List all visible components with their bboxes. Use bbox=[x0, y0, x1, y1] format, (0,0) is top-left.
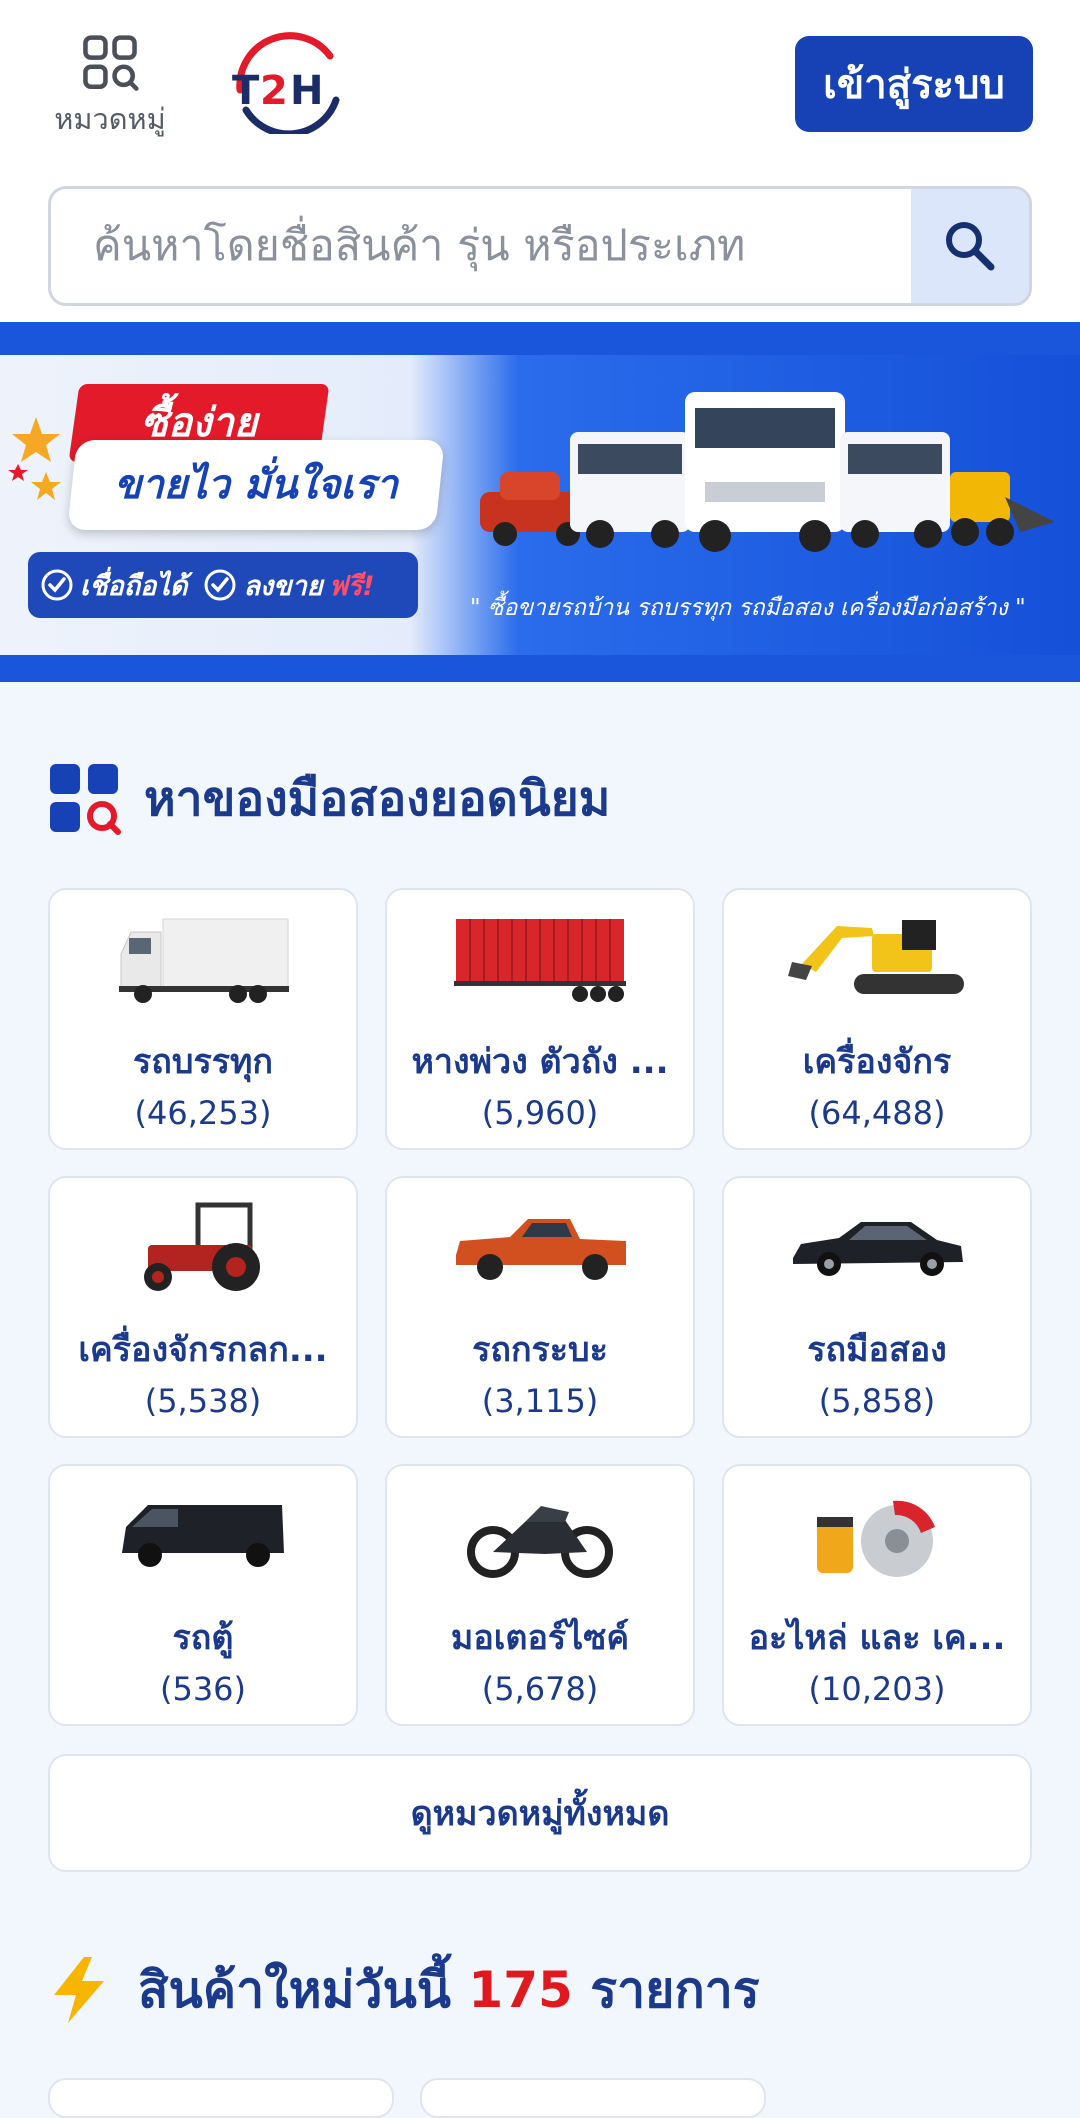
truck-icon bbox=[119, 918, 289, 1003]
promo-banner[interactable]: ซื้อง่าย ขายไว มั่นใจเรา เชื่อถือได้ ลงข… bbox=[0, 322, 1080, 682]
product-card-partial[interactable] bbox=[48, 2078, 394, 2118]
login-button[interactable]: เข้าสู่ระบบ bbox=[795, 36, 1033, 132]
svg-text:H: H bbox=[290, 68, 323, 114]
category-count: (46,253) bbox=[134, 1094, 272, 1132]
category-menu-label: หมวดหมู่ bbox=[54, 102, 166, 136]
search-input[interactable] bbox=[51, 189, 911, 303]
svg-text:T: T bbox=[232, 68, 260, 114]
category-count: (5,858) bbox=[818, 1382, 936, 1420]
category-grid: รถบรรทุก (46,253) หางพ่วง ตัวถัง ... (5,… bbox=[48, 888, 1032, 1726]
search-button[interactable] bbox=[911, 189, 1029, 303]
category-card-van[interactable]: รถตู้ (536) bbox=[48, 1464, 358, 1726]
category-count: (5,538) bbox=[144, 1382, 262, 1420]
category-count: (5,960) bbox=[481, 1094, 599, 1132]
view-all-categories-button[interactable]: ดูหมวดหมู่ทั้งหมด bbox=[48, 1754, 1032, 1872]
svg-text:2: 2 bbox=[260, 68, 288, 114]
tractor-icon bbox=[144, 1202, 260, 1291]
banner-headline-sell: ขายไว มั่นใจเรา bbox=[67, 440, 445, 530]
category-card-pickup[interactable]: รถกระบะ (3,115) bbox=[385, 1176, 695, 1438]
new-items-title: สินค้าใหม่วันนี้ 175 รายการ bbox=[138, 1960, 760, 2019]
sedan-icon bbox=[793, 1222, 963, 1276]
category-menu-button[interactable]: หมวดหมู่ bbox=[52, 34, 168, 142]
category-card-agri-machinery[interactable]: เครื่องจักรกลก... (5,538) bbox=[48, 1176, 358, 1438]
category-count: (5,678) bbox=[481, 1670, 599, 1708]
pickup-icon bbox=[456, 1219, 626, 1280]
category-card-parts[interactable]: อะไหล่ และ เค... (10,203) bbox=[722, 1464, 1032, 1726]
category-count: (64,488) bbox=[808, 1094, 946, 1132]
category-name: เครื่องจักรกลก... bbox=[78, 1330, 328, 1370]
product-card-partial[interactable] bbox=[420, 2078, 766, 2118]
check-circle-icon bbox=[41, 569, 73, 601]
category-card-machinery[interactable]: เครื่องจักร (64,488) bbox=[722, 888, 1032, 1150]
category-card-motorcycle[interactable]: มอเตอร์ไซค์ (5,678) bbox=[385, 1464, 695, 1726]
banner-badges: เชื่อถือได้ ลงขาย ฟรี! bbox=[28, 552, 418, 618]
motorcycle-icon bbox=[467, 1506, 613, 1578]
category-name: มอเตอร์ไซค์ bbox=[450, 1618, 630, 1658]
popular-section-header: หาของมือสองยอดนิยม bbox=[48, 762, 610, 836]
search-bar bbox=[48, 186, 1032, 306]
category-card-truck[interactable]: รถบรรทุก (46,253) bbox=[48, 888, 358, 1150]
stars-decoration-icon bbox=[8, 417, 61, 500]
check-circle-icon bbox=[204, 569, 236, 601]
category-count: (3,115) bbox=[481, 1382, 599, 1420]
category-search-icon bbox=[50, 764, 121, 835]
category-name: เครื่องจักร bbox=[802, 1042, 952, 1082]
category-name: รถมือสอง bbox=[807, 1330, 947, 1370]
search-icon bbox=[946, 222, 995, 271]
new-items-section-header: สินค้าใหม่วันนี้ 175 รายการ bbox=[48, 1950, 760, 2030]
banner-tagline: " ซื้อขายรถบ้าน รถบรรทุก รถมือสอง เครื่อ… bbox=[470, 595, 1026, 621]
category-card-trailer[interactable]: หางพ่วง ตัวถัง ... (5,960) bbox=[385, 888, 695, 1150]
excavator-icon bbox=[788, 920, 964, 994]
new-items-count: 175 bbox=[468, 1960, 573, 2019]
category-count: (536) bbox=[159, 1670, 247, 1708]
lightning-icon bbox=[54, 1957, 104, 2023]
category-name: รถตู้ bbox=[172, 1618, 234, 1658]
popular-section-title: หาของมือสองยอดนิยม bbox=[144, 771, 611, 827]
van-icon bbox=[122, 1505, 284, 1567]
category-name: รถบรรทุก bbox=[133, 1042, 273, 1082]
app-header: หมวดหมู่ T 2 H เข้าสู่ระบบ bbox=[0, 0, 1080, 322]
badge-trusted: เชื่อถือได้ bbox=[40, 564, 187, 607]
brake-parts-icon bbox=[817, 1500, 935, 1577]
category-grid-icon bbox=[83, 35, 139, 91]
container-trailer-icon bbox=[454, 919, 626, 1002]
badge-free-listing: ลงขาย ฟรี! bbox=[203, 564, 375, 607]
category-name: อะไหล่ และ เค... bbox=[748, 1618, 1006, 1658]
category-name: รถกระบะ bbox=[472, 1330, 608, 1370]
t2h-logo[interactable]: T 2 H bbox=[220, 30, 360, 138]
category-card-used-car[interactable]: รถมือสอง (5,858) bbox=[722, 1176, 1032, 1438]
category-name: หางพ่วง ตัวถัง ... bbox=[411, 1042, 669, 1082]
banner-vehicles-illustration bbox=[480, 392, 1055, 552]
category-count: (10,203) bbox=[808, 1670, 946, 1708]
